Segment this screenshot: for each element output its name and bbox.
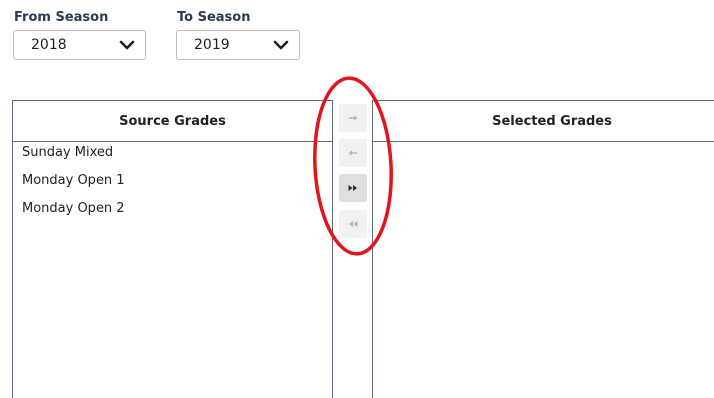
move-right-button[interactable] xyxy=(339,104,367,132)
to-season-value: 2019 xyxy=(194,37,230,53)
from-season-label: From Season xyxy=(14,10,109,25)
from-season-value: 2018 xyxy=(31,37,67,53)
arrow-right-icon xyxy=(349,115,358,121)
selected-grades-panel: Selected Grades xyxy=(372,100,714,398)
list-item[interactable]: Monday Open 2 xyxy=(13,199,332,227)
list-item[interactable]: Sunday Mixed xyxy=(13,143,332,171)
double-arrow-left-icon xyxy=(349,221,358,227)
page: From Season 2018 To Season 2019 Source G… xyxy=(0,0,714,398)
to-season-select[interactable]: 2019 xyxy=(176,30,300,60)
arrow-left-icon xyxy=(348,150,357,156)
from-season-select[interactable]: 2018 xyxy=(13,30,146,60)
source-grades-list: Sunday Mixed Monday Open 1 Monday Open 2 xyxy=(13,143,332,227)
move-left-button[interactable] xyxy=(339,139,367,167)
selected-grades-header: Selected Grades xyxy=(373,101,714,142)
source-grades-header: Source Grades xyxy=(13,101,332,142)
list-item[interactable]: Monday Open 1 xyxy=(13,171,332,199)
move-all-right-button[interactable] xyxy=(339,174,367,202)
chevron-down-icon xyxy=(119,40,135,50)
chevron-down-icon xyxy=(273,40,289,50)
move-all-left-button[interactable] xyxy=(339,210,367,238)
double-arrow-right-icon xyxy=(348,185,357,191)
source-grades-panel: Source Grades Sunday Mixed Monday Open 1… xyxy=(12,100,333,398)
to-season-label: To Season xyxy=(177,10,251,25)
